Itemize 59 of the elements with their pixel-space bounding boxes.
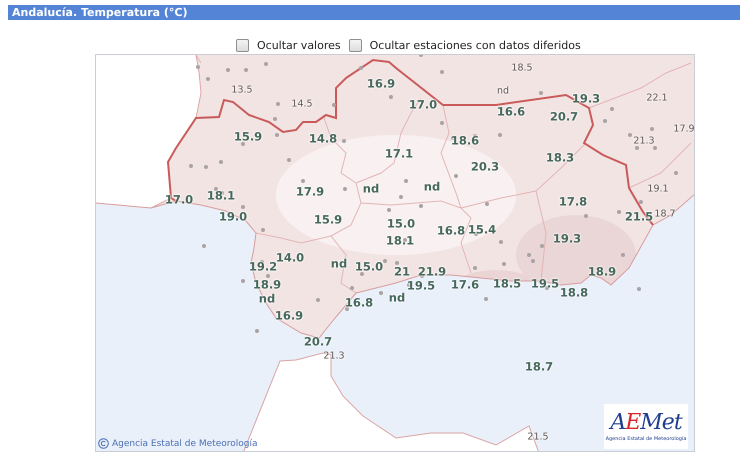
temperature-value: 21.5 xyxy=(527,432,549,442)
temperature-value: 18.8 xyxy=(560,287,588,299)
temperature-value: 16.6 xyxy=(496,106,526,118)
temperature-value: 18.9 xyxy=(252,279,282,291)
temperature-value: 21.3 xyxy=(633,136,655,146)
temperature-value: 14.8 xyxy=(308,133,338,145)
temperature-value: nd xyxy=(362,183,380,195)
page-title: Andalucía. Temperatura (°C) xyxy=(12,6,188,19)
option-checkbox[interactable]: Ocultar estaciones con datos diferidos xyxy=(348,38,581,52)
temperature-value: 13.5 xyxy=(231,85,253,95)
temperature-value: 18.3 xyxy=(546,152,574,164)
temperature-value: 16.8 xyxy=(436,225,466,237)
temperature-value: 20.7 xyxy=(550,111,578,123)
temperature-value: 17.0 xyxy=(408,99,438,111)
temperature-value: nd xyxy=(424,181,440,193)
temperature-value: 18.7 xyxy=(524,361,554,373)
temperature-value: 19.5 xyxy=(406,280,436,292)
option-checkbox[interactable]: Ocultar valores xyxy=(236,38,341,52)
copyright-icon xyxy=(98,438,109,449)
temperature-value: 16.9 xyxy=(366,78,396,90)
temperature-value: 20.7 xyxy=(304,336,332,348)
temperature-value: 18.1 xyxy=(386,235,414,247)
temperature-value: 21.3 xyxy=(323,351,345,361)
temperature-value: 17.8 xyxy=(558,196,588,208)
temperature-value: 18.5 xyxy=(511,63,533,73)
temperature-value: 15.9 xyxy=(314,214,342,226)
temperature-value: 19.3 xyxy=(572,93,600,105)
temperature-value: 17.9 xyxy=(296,186,324,198)
temperature-value: 17.1 xyxy=(384,148,414,160)
credit-text: Agencia Estatal de Meteorología xyxy=(112,438,258,448)
temperature-value: 18.6 xyxy=(450,135,480,147)
checkbox-icon[interactable] xyxy=(348,38,362,52)
temperature-value: 19.2 xyxy=(248,261,278,273)
temperature-value: 15.9 xyxy=(234,131,262,143)
temperature-value: 17.0 xyxy=(164,194,194,206)
temperature-value: 14.5 xyxy=(291,99,313,109)
temperature-value: 16.9 xyxy=(274,310,304,322)
checkbox-icon[interactable] xyxy=(236,38,249,52)
temperature-value: 21 xyxy=(394,266,410,278)
temperature-value: 18.7 xyxy=(654,209,676,219)
temperature-value: 17.9 xyxy=(673,124,694,134)
temperature-value: 15.0 xyxy=(386,218,416,230)
temperature-value: 20.3 xyxy=(470,161,500,173)
temperature-value: 15.4 xyxy=(468,224,496,236)
temperature-value: nd xyxy=(496,86,510,96)
temperature-value: 19.3 xyxy=(552,233,582,245)
temperature-value: nd xyxy=(388,292,406,304)
temperature-value: 14.0 xyxy=(276,252,304,264)
temperature-value: 21.9 xyxy=(418,266,446,278)
temperature-value: nd xyxy=(330,258,348,270)
temperature-value: 19.1 xyxy=(647,184,669,194)
temperature-value: nd xyxy=(258,293,276,305)
temperature-value: 15.0 xyxy=(354,261,384,273)
logo-wordmark: AEMet xyxy=(610,412,682,434)
temperature-value: 17.6 xyxy=(450,279,480,291)
temperature-value: 18.1 xyxy=(206,190,236,202)
temperature-value: 22.1 xyxy=(646,93,668,103)
temperature-value: 18.9 xyxy=(588,266,616,278)
temperature-value: 18.5 xyxy=(492,278,522,290)
